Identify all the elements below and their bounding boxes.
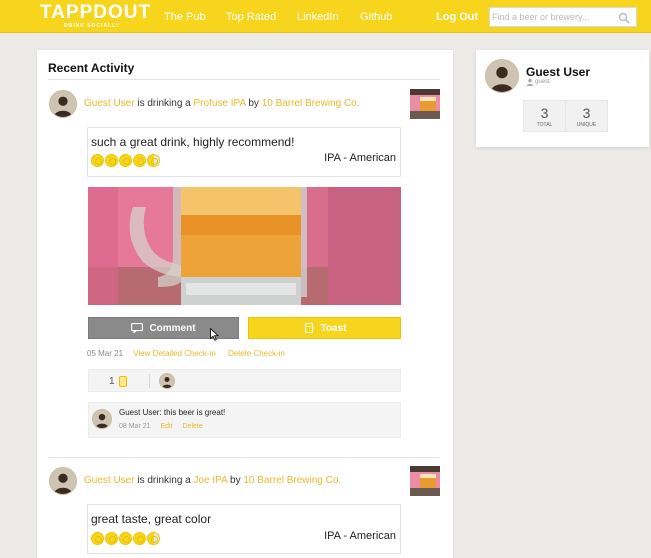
- rating-cap-icon: [105, 532, 118, 545]
- beer-thumbnail[interactable]: [410, 466, 440, 496]
- tappdout-logo[interactable]: TAPPDOUT DRINK SOCIALLY: [40, 3, 150, 31]
- view-checkin-link[interactable]: View Detailed Check-in: [133, 349, 216, 358]
- brewery-link[interactable]: 10 Barrel Brewing Co.: [243, 475, 341, 486]
- checkin-divider: [48, 457, 440, 458]
- comment-item: Guest User: this beer is great! 08 Mar 2…: [88, 402, 401, 438]
- rating-cap-half-icon: [147, 154, 160, 167]
- toast-glass-icon: [119, 376, 127, 387]
- verb-text: is drinking a: [137, 475, 191, 486]
- checkin-date: 05 Mar 21: [87, 349, 124, 358]
- rating-cap-icon: [91, 532, 104, 545]
- avatar-silhouette-icon: [50, 91, 76, 117]
- toast-summary: 1: [88, 369, 401, 392]
- profile-handle: guest: [526, 78, 550, 86]
- nav-linkedin[interactable]: LinkedIn: [297, 11, 339, 23]
- review-text: great taste, great color: [91, 512, 212, 526]
- comment-icon: [131, 323, 144, 333]
- title-divider: [48, 79, 440, 80]
- rating-cap-icon: [105, 154, 118, 167]
- review-card: great taste, great color IPA - American: [87, 504, 401, 554]
- rating-cap-icon: [133, 532, 146, 545]
- comment-meta: 08 Mar 21 Edit Delete: [119, 423, 203, 430]
- mouse-cursor-icon: [210, 328, 219, 341]
- checkin-meta: 05 Mar 21 View Detailed Check-in Delete …: [87, 349, 285, 358]
- search-box[interactable]: [489, 7, 637, 27]
- stat-unique-value: 3: [582, 105, 591, 121]
- stat-total: 3 TOTAL: [523, 100, 566, 132]
- beer-photo-thumbnail: [410, 89, 440, 119]
- review-card: such a great drink, highly recommend! IP…: [87, 127, 401, 177]
- profile-handle-text: guest: [535, 79, 550, 85]
- toaster-avatar[interactable]: [159, 373, 175, 389]
- comment-date: 08 Mar 21: [119, 423, 151, 430]
- user-icon: [526, 78, 534, 86]
- checkin-headline: Guest User is drinking a Joe IPA by 10 B…: [84, 475, 341, 486]
- user-avatar[interactable]: [49, 467, 77, 495]
- logo-text: TAPPDOUT: [40, 2, 152, 23]
- toast-divider: [149, 374, 150, 388]
- nav-the-pub[interactable]: The Pub: [164, 11, 206, 23]
- stat-total-label: TOTAL: [536, 122, 553, 128]
- rating-caps: [91, 532, 160, 545]
- beer-thumbnail[interactable]: [410, 89, 440, 119]
- user-link[interactable]: Guest User: [84, 475, 135, 486]
- beer-photo-thumbnail: [410, 466, 440, 496]
- avatar-silhouette-icon: [160, 374, 174, 388]
- section-title: Recent Activity: [48, 61, 135, 75]
- rating-cap-icon: [91, 154, 104, 167]
- rating-cap-half-icon: [147, 532, 160, 545]
- nav-github[interactable]: Github: [360, 11, 392, 23]
- rating-cap-icon: [133, 154, 146, 167]
- checkin-photo: [88, 187, 401, 305]
- beer-mug-photo: [88, 187, 401, 305]
- avatar-silhouette-icon: [93, 410, 111, 428]
- profile-card: Guest User guest 3 TOTAL 3 UNIQUE: [476, 50, 649, 147]
- edit-comment-link[interactable]: Edit: [160, 423, 172, 430]
- avatar-silhouette-icon: [486, 60, 518, 92]
- verb-text: is drinking a: [137, 98, 191, 109]
- recent-activity-panel: Recent Activity Guest User is drinking a…: [37, 50, 453, 558]
- stat-total-value: 3: [540, 105, 549, 121]
- profile-name: Guest User: [526, 65, 591, 79]
- commenter-avatar[interactable]: [92, 409, 112, 429]
- top-navbar: TAPPDOUT DRINK SOCIALLY The Pub Top Rate…: [0, 0, 651, 33]
- stat-unique-label: UNIQUE: [576, 122, 597, 128]
- delete-comment-link[interactable]: Delete: [183, 423, 203, 430]
- toast-button-label: Toast: [320, 322, 347, 334]
- beer-style: IPA - American: [324, 152, 396, 164]
- search-input[interactable]: [492, 10, 616, 24]
- delete-checkin-link[interactable]: Delete Check-in: [228, 349, 285, 358]
- beer-style: IPA - American: [324, 530, 396, 542]
- profile-avatar[interactable]: [485, 59, 519, 93]
- by-text: by: [248, 98, 259, 109]
- beer-link[interactable]: Profuse IPA: [194, 98, 246, 109]
- user-link[interactable]: Guest User: [84, 98, 135, 109]
- rating-cap-icon: [119, 154, 132, 167]
- comment-text: Guest User: this beer is great!: [119, 408, 226, 417]
- review-text: such a great drink, highly recommend!: [91, 135, 295, 149]
- rating-cap-icon: [119, 532, 132, 545]
- nav-top-rated[interactable]: Top Rated: [226, 11, 276, 23]
- toast-count: 1: [109, 376, 115, 387]
- beer-link[interactable]: Joe IPA: [194, 475, 228, 486]
- user-avatar[interactable]: [49, 90, 77, 118]
- search-icon[interactable]: [618, 12, 630, 24]
- checkin-headline: Guest User is drinking a Profuse IPA by …: [84, 98, 360, 109]
- logo-tagline: DRINK SOCIALLY: [64, 23, 121, 29]
- stat-unique: 3 UNIQUE: [565, 100, 608, 132]
- rating-caps: [91, 154, 160, 167]
- logout-link[interactable]: Log Out: [436, 11, 478, 23]
- brewery-link[interactable]: 10 Barrel Brewing Co.: [262, 98, 360, 109]
- avatar-silhouette-icon: [50, 468, 76, 494]
- comment-button-label: Comment: [149, 322, 196, 334]
- by-text: by: [230, 475, 241, 486]
- toast-glass-icon: [304, 323, 313, 333]
- toast-button[interactable]: Toast: [248, 317, 401, 339]
